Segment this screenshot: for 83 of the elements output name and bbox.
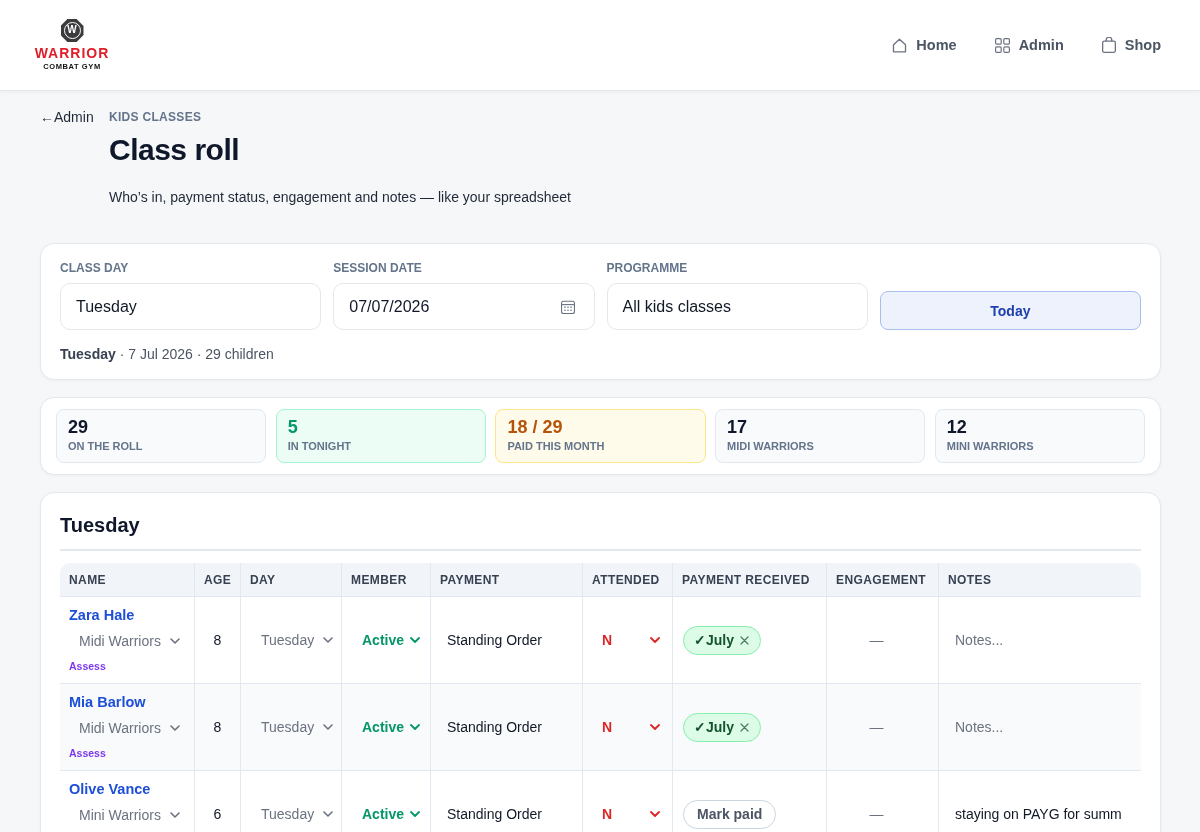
mark-paid-button[interactable]: Mark paid	[683, 799, 777, 829]
column-header: ATTENDED	[583, 563, 673, 597]
chevron-down-icon	[650, 724, 660, 730]
calendar-icon[interactable]	[560, 299, 575, 314]
chevron-down-icon	[410, 724, 421, 730]
group-select[interactable]: Midi Warriors	[69, 715, 188, 741]
date-field[interactable]: 07/07/2026	[333, 283, 595, 330]
column-header: AGE	[195, 563, 241, 597]
engagement-text: —	[869, 632, 884, 648]
column-header: DAY	[241, 563, 342, 597]
group-select[interactable]: Mini Warriors	[69, 802, 188, 828]
payment-method-text: Standing Order	[447, 632, 542, 648]
grid-icon	[994, 37, 1010, 53]
notes-input[interactable]: Notes...	[954, 629, 1131, 651]
logo-wordmark: WARRIOR	[34, 46, 110, 60]
shopping-bag-icon	[1101, 37, 1116, 53]
field-label: PROGRAMME	[606, 260, 689, 276]
chevron-down-icon	[410, 637, 421, 643]
chevron-down-icon	[323, 811, 334, 817]
group-select[interactable]: Midi Warriors	[69, 628, 188, 654]
chevron-down-icon	[650, 637, 660, 643]
column-header: NAME	[60, 563, 195, 597]
child-name-link[interactable]: Zara Hale	[69, 605, 135, 625]
nav-link[interactable]: Shop	[1101, 37, 1161, 53]
engagement-text: —	[869, 806, 884, 822]
remove-icon[interactable]	[740, 635, 749, 645]
field-label: CLASS DAY	[60, 260, 130, 276]
member-status-select[interactable]: Active	[352, 801, 429, 827]
input-field[interactable]: All kids classes	[606, 283, 868, 330]
chevron-down-icon	[323, 724, 334, 730]
chevron-down-icon	[650, 811, 660, 817]
stat-value: 18 / 29	[507, 416, 563, 438]
back-link[interactable]: ←Admin	[40, 107, 94, 127]
stat-label: MIDI WARRIORS	[727, 439, 814, 453]
input-field[interactable]: Tuesday	[60, 283, 322, 330]
today-button[interactable]: Today	[879, 291, 1141, 330]
session-summary: Tuesday · 7 Jul 2026 · 29 children	[60, 346, 275, 362]
column-header: NOTES	[939, 563, 1141, 597]
field-label: SESSION DATE	[333, 260, 423, 276]
chevron-down-icon	[169, 638, 180, 644]
home-icon	[892, 37, 908, 53]
stat-value: 5	[287, 416, 298, 438]
age-text: 8	[213, 632, 222, 648]
column-header: ENGAGEMENT	[827, 563, 939, 597]
stat-label: PAID THIS MONTH	[507, 439, 605, 453]
notes-input[interactable]: staying on PAYG for summ	[954, 803, 1131, 825]
day-select[interactable]: Tuesday	[251, 627, 342, 653]
chevron-down-icon	[169, 812, 180, 818]
stat-value: 17	[727, 416, 748, 438]
column-header: PAYMENT RECEIVED	[673, 563, 827, 597]
assess-link[interactable]: Assess	[69, 659, 106, 673]
paid-chip[interactable]: ✓July	[683, 625, 761, 655]
nav-link[interactable]: Home	[892, 37, 957, 53]
remove-icon[interactable]	[740, 722, 749, 732]
paid-chip[interactable]: ✓July	[683, 712, 761, 742]
chevron-down-icon	[323, 637, 334, 643]
age-text: 6	[213, 806, 222, 822]
column-header: PAYMENT	[431, 563, 583, 597]
section-eyebrow: KIDS CLASSES	[109, 109, 202, 125]
stat-value: 29	[68, 416, 89, 438]
child-name-link[interactable]: Mia Barlow	[69, 692, 146, 712]
engagement-text: —	[869, 719, 884, 735]
member-status-select[interactable]: Active	[352, 627, 429, 653]
stat-label: ON THE ROLL	[68, 439, 143, 453]
payment-method-text: Standing Order	[447, 806, 542, 822]
stat-label: MINI WARRIORS	[946, 439, 1034, 453]
stat-value: 12	[946, 416, 967, 438]
stat-label: IN TONIGHT	[287, 439, 352, 453]
roll-title: Tuesday	[60, 513, 141, 538]
column-header: MEMBER	[342, 563, 431, 597]
age-text: 8	[213, 719, 222, 735]
nav-link[interactable]: Admin	[994, 37, 1064, 53]
page-title: Class roll	[109, 132, 240, 168]
attended-select[interactable]: N	[592, 801, 660, 827]
page-subtitle: Who’s in, payment status, engagement and notes — like your spreadsheet	[109, 188, 571, 207]
chevron-down-icon	[410, 811, 421, 817]
day-select[interactable]: Tuesday	[251, 801, 342, 827]
payment-method-text: Standing Order	[447, 719, 542, 735]
assess-link[interactable]: Assess	[69, 746, 106, 760]
attended-select[interactable]: N	[592, 627, 660, 653]
logo-emblem: W	[60, 19, 84, 42]
child-name-link[interactable]: Olive Vance	[69, 779, 151, 799]
chevron-down-icon	[169, 725, 180, 731]
